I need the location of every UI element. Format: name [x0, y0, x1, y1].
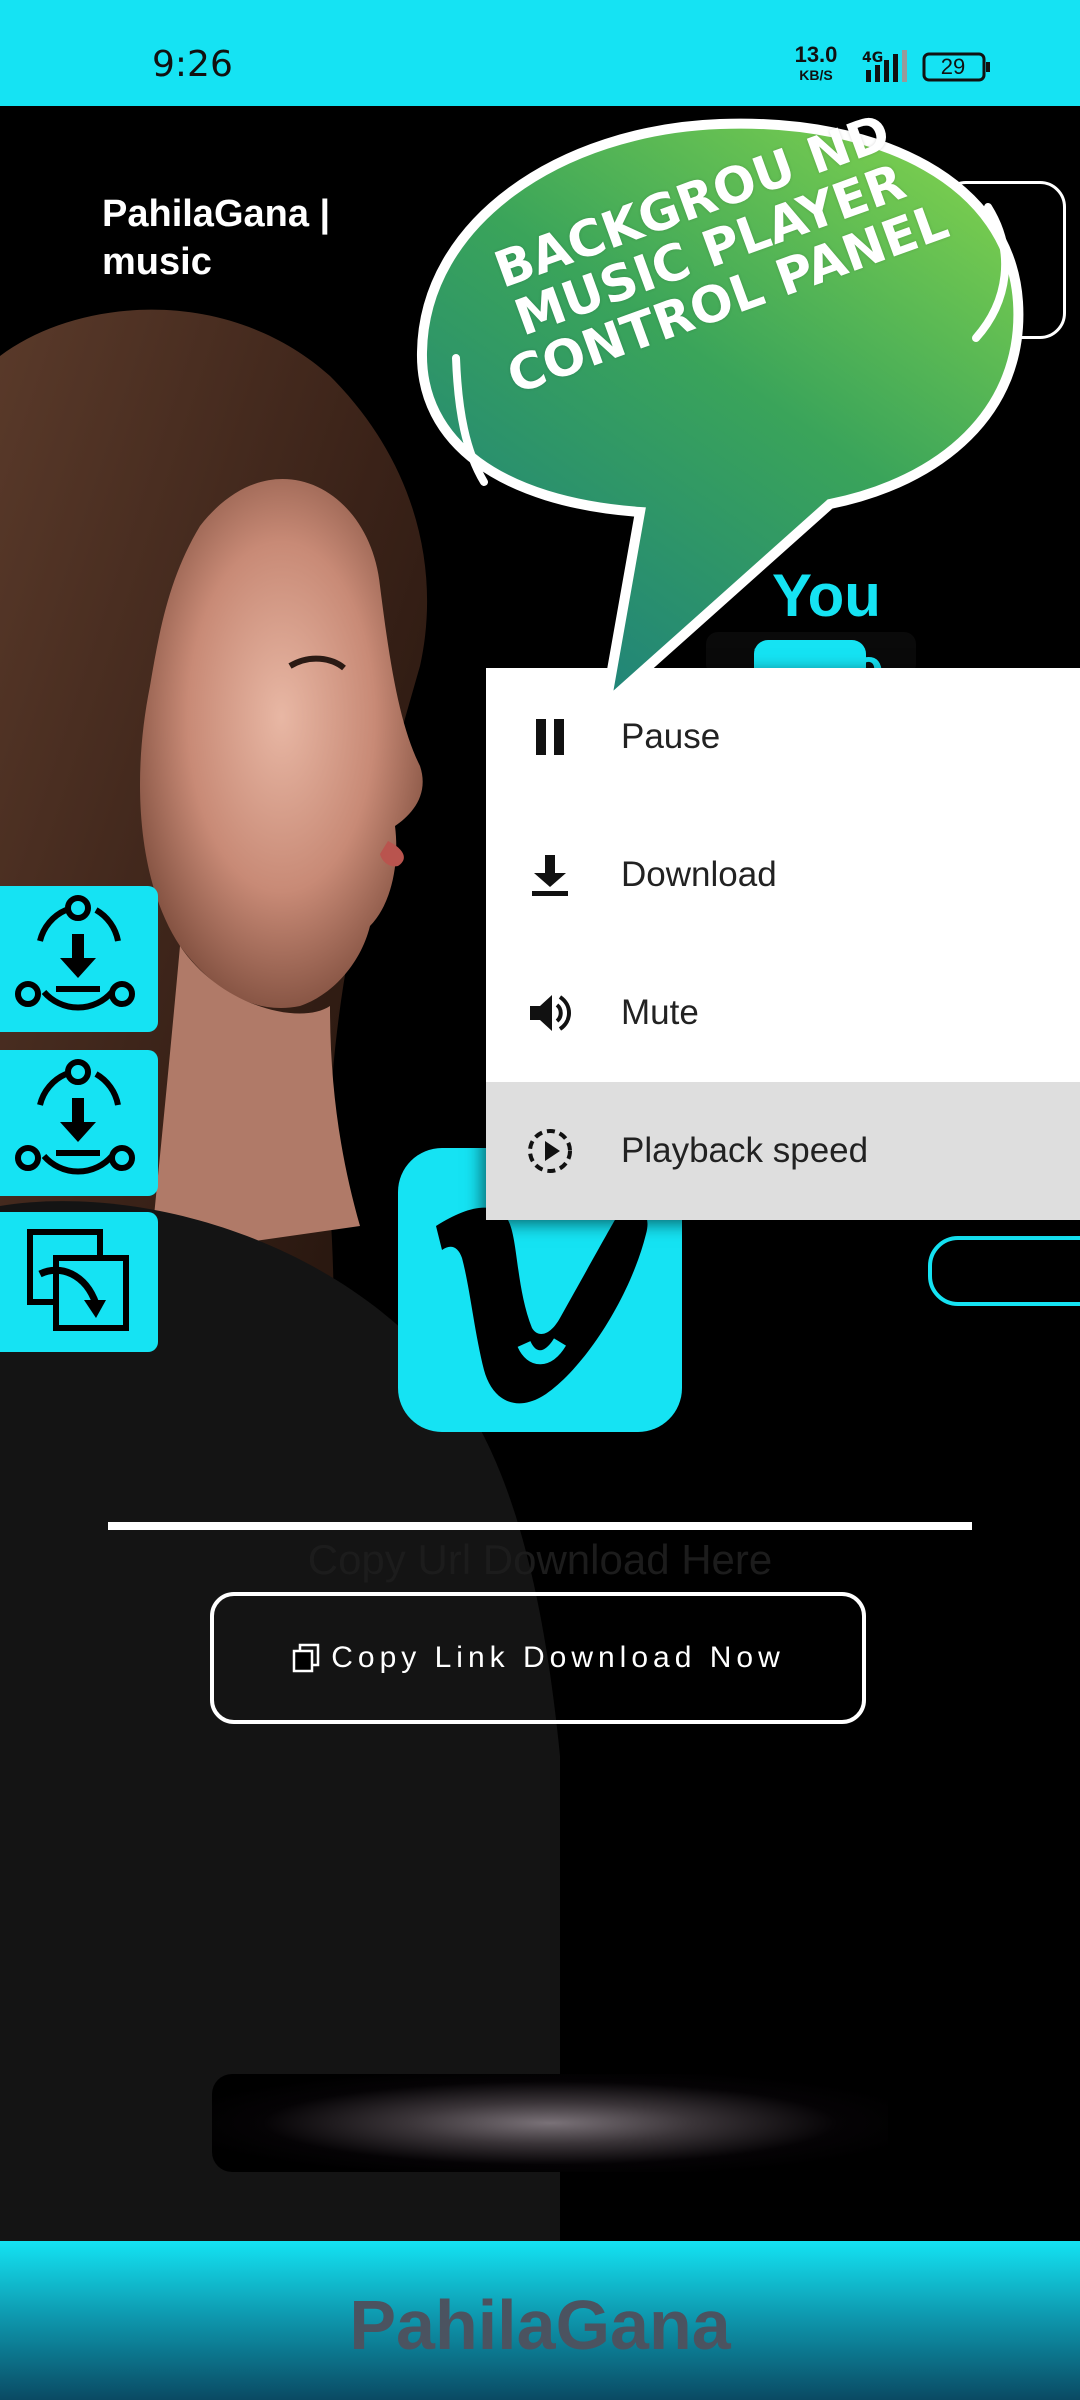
network-speed: 13.0 KB/S: [790, 42, 842, 83]
playback-speed-icon: [528, 1129, 572, 1173]
player-control-menu: Pause Download Mute Playback speed: [486, 668, 1080, 1220]
network-speed-unit: KB/S: [799, 67, 833, 83]
menu-item-playback-speed[interactable]: Playback speed: [486, 1082, 1080, 1220]
copy-icon: [292, 1643, 320, 1673]
network-speed-value: 13.0: [794, 42, 838, 67]
menu-item-mute[interactable]: Mute: [486, 944, 1080, 1082]
screen: 9:26 13.0 KB/S 4G 29 PahilaGana | music …: [0, 0, 1080, 2400]
volume-icon: [530, 995, 571, 1031]
save-to-folder-icon: [27, 1229, 129, 1331]
share-download-icon: [15, 895, 135, 1011]
menu-item-label: Playback speed: [621, 1131, 869, 1170]
status-bar: 9:26 13.0 KB/S 4G 29: [0, 0, 1080, 106]
save-to-folder-button[interactable]: [0, 1212, 158, 1352]
download-icon: [532, 855, 568, 896]
pause-icon: [536, 719, 564, 755]
app-title: PahilaGana | music: [102, 193, 331, 283]
blurred-banner: [212, 2074, 888, 2172]
share-download-button-2[interactable]: [0, 1050, 158, 1196]
banner-text: PahilaGana: [349, 2286, 731, 2364]
battery-level: 29: [940, 54, 966, 79]
copy-link-download-button[interactable]: Copy Link Download Now: [210, 1592, 866, 1724]
speech-bubble: BACKGROU ND MUSIC PLAYER CONTROL PANEL: [410, 103, 1030, 712]
signal-icon: 4G: [862, 50, 907, 82]
share-download-icon: [15, 1059, 135, 1175]
network-type: 4G: [862, 50, 883, 66]
copy-link-download-label: Copy Link Download Now: [331, 1641, 785, 1674]
partial-cyan-button[interactable]: [928, 1236, 1080, 1306]
status-time: 9:26: [152, 44, 233, 85]
copy-url-hint: Copy Url Download Here: [307, 1536, 773, 1583]
divider: [108, 1522, 972, 1530]
menu-item-label: Download: [621, 855, 777, 894]
menu-item-label: Mute: [621, 993, 699, 1032]
bottom-banner: PahilaGana: [0, 2241, 1080, 2400]
share-download-button[interactable]: [0, 886, 158, 1032]
menu-item-download[interactable]: Download: [486, 806, 1080, 944]
